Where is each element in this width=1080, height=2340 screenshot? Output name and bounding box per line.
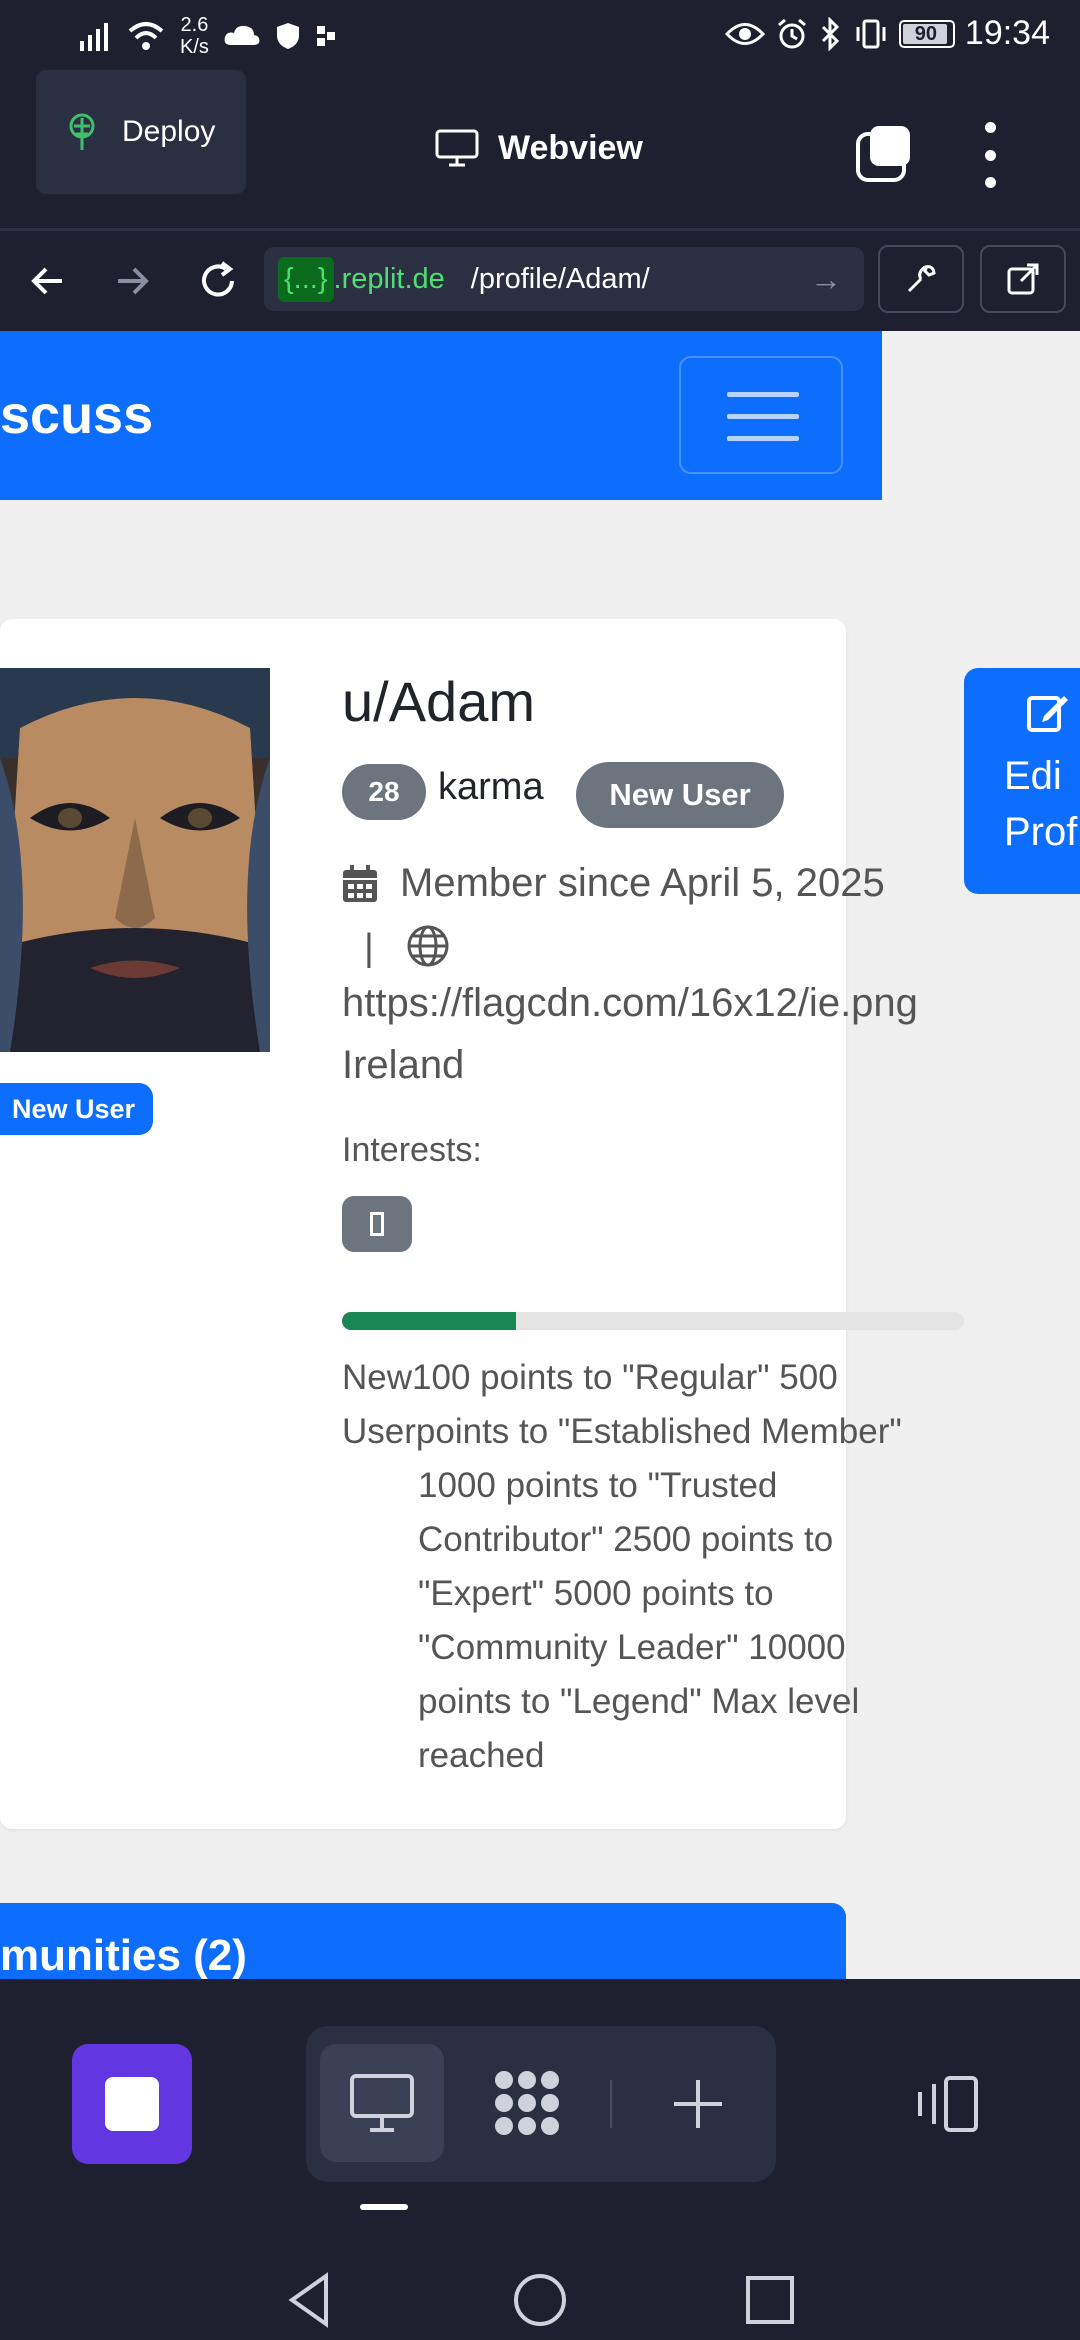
net-speed: 2.6 K/s [180, 14, 209, 58]
url-path: /profile/Adam/ [470, 262, 650, 295]
level-line: "Expert" 5000 points to [418, 1574, 774, 1613]
signal-icon [80, 23, 108, 51]
url-tag: {...} [278, 256, 334, 302]
webview-page: scuss New User u/Adam 28 karma New User … [0, 331, 1080, 1979]
edit-icon [1027, 696, 1068, 732]
stop-run-button[interactable] [72, 2044, 192, 2164]
webview-view-button[interactable] [320, 2044, 444, 2162]
vibrate-icon [856, 19, 886, 48]
alarm-icon [777, 18, 806, 48]
stop-icon [105, 2077, 159, 2131]
reload-icon[interactable] [192, 255, 244, 307]
deploy-icon [69, 113, 95, 150]
level-progress-fill [342, 1312, 517, 1330]
level-line: "Community Leader" 10000 [418, 1628, 846, 1667]
karma-count-badge: 28 [342, 764, 426, 820]
info-separator: | [364, 927, 374, 969]
eye-icon [724, 22, 765, 45]
globe-icon [407, 925, 449, 967]
url-host: .replit.de [333, 262, 445, 295]
status-left-icons: 2.6 K/s [78, 14, 337, 58]
avatar-role-badge: New User [0, 1083, 154, 1135]
tools-grid-icon[interactable] [490, 2066, 564, 2140]
navbar-toggler-button[interactable] [679, 356, 843, 474]
app-notification-icon [316, 26, 335, 46]
url-go-icon[interactable]: → [810, 261, 842, 298]
karma-label: karma [438, 766, 544, 808]
forward-arrow-icon[interactable] [106, 255, 158, 307]
net-speed-unit: K/s [180, 36, 209, 58]
country-name: Ireland [342, 1043, 465, 1087]
communities-heading: munities (2) [0, 1931, 247, 1979]
tabs-switcher-icon[interactable] [854, 124, 914, 184]
member-since-text: Member since April 5, 2025 [400, 861, 885, 905]
devtools-button[interactable] [878, 245, 964, 313]
interest-chip [342, 1196, 412, 1252]
edit-profile-button[interactable]: Edi Prof [964, 668, 1080, 894]
split-view-icon[interactable] [912, 2074, 984, 2134]
webview-label: Webview [498, 128, 643, 167]
bluetooth-icon [821, 16, 840, 51]
wrench-icon [907, 265, 936, 293]
site-navbar: scuss [0, 331, 882, 500]
more-options-icon[interactable] [978, 122, 1002, 188]
monitor-icon [435, 129, 479, 167]
external-link-icon [1007, 263, 1039, 295]
calendar-icon [343, 864, 377, 902]
edit-label-line: Prof [1004, 810, 1078, 854]
level-line: 1000 points to "Trusted [418, 1466, 778, 1505]
cloud-icon [224, 25, 260, 45]
clock: 19:34 [964, 14, 1050, 52]
site-brand[interactable]: scuss [0, 384, 153, 446]
system-recents-icon[interactable] [740, 2270, 800, 2330]
status-right-icons: 90 19:34 [724, 14, 1050, 53]
battery-icon: 90 [898, 19, 955, 48]
add-tab-icon[interactable] [670, 2076, 726, 2132]
webview-tab[interactable]: Webview [434, 128, 643, 168]
system-back-icon[interactable] [280, 2270, 340, 2330]
monitor-icon [350, 2074, 414, 2132]
open-external-button[interactable] [980, 245, 1066, 313]
interests-label: Interests: [342, 1131, 482, 1169]
level-line: Userpoints to "Established Member" [342, 1412, 902, 1451]
country-flag-url: https://flagcdn.com/16x12/ie.png [342, 981, 918, 1025]
profile-avatar [0, 668, 270, 1052]
battery-level: 90 [914, 22, 938, 45]
profile-username: u/Adam [342, 670, 535, 733]
communities-card-header: munities (2) [0, 1903, 846, 1979]
system-home-icon[interactable] [510, 2270, 570, 2330]
status-bar: 2.6 K/s 90 19:34 [0, 0, 1080, 75]
back-arrow-icon[interactable] [22, 255, 74, 307]
switcher-divider [610, 2080, 612, 2128]
level-line: reached [418, 1736, 545, 1775]
level-line: New100 points to "Regular" 500 [342, 1358, 838, 1397]
deploy-button[interactable]: Deploy [36, 70, 246, 194]
shield-icon [276, 23, 299, 49]
drag-handle[interactable] [360, 2204, 408, 2210]
edit-profile-label: Edi Prof [1004, 748, 1077, 860]
level-progress-bar [342, 1312, 964, 1330]
user-level-badge: New User [576, 762, 784, 828]
wifi-icon [128, 22, 164, 50]
level-thresholds: New100 points to "Regular" 500 Userpoint… [342, 1351, 962, 1783]
url-field[interactable]: {...} .replit.de /profile/Adam/ → [264, 247, 864, 311]
member-since-row: Member since April 5, 2025 [342, 861, 885, 906]
deploy-label: Deploy [122, 115, 216, 148]
edit-label-line: Edi [1004, 754, 1062, 798]
level-line: Contributor" 2500 points to [418, 1520, 834, 1559]
level-line: points to "Legend" Max level [418, 1682, 860, 1721]
net-speed-value: 2.6 [180, 14, 209, 36]
